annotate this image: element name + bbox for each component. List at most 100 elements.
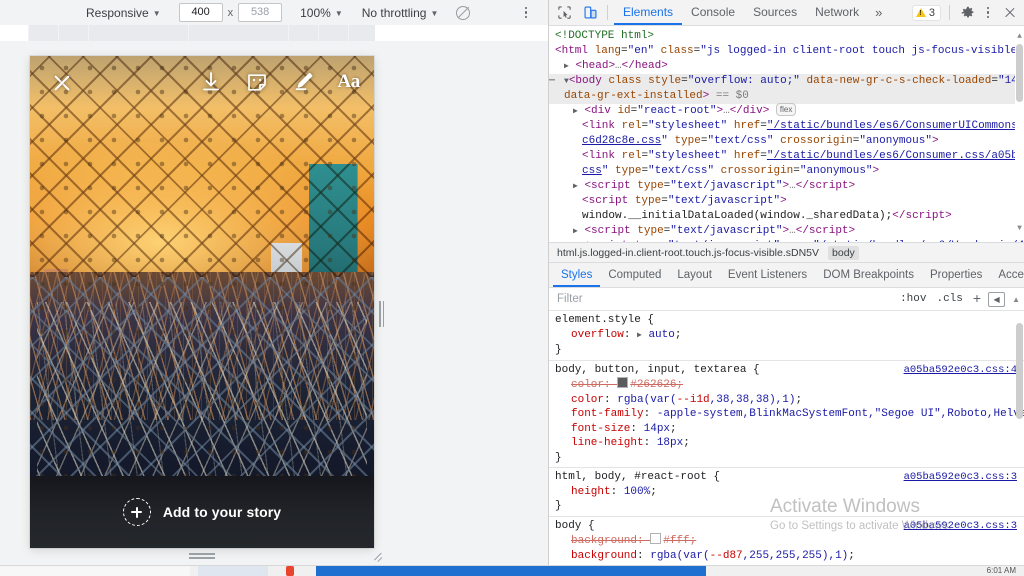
viewport-width-resize-handle[interactable] — [379, 300, 384, 328]
taskbar-item-2[interactable] — [286, 566, 294, 576]
emulated-viewport[interactable]: Aa Add to your story — [30, 56, 374, 548]
node-overflow-icon[interactable]: ⋯ — [549, 74, 556, 89]
style-declaration[interactable]: font-family: -apple-system,BlinkMacSyste… — [549, 407, 1024, 422]
new-style-rule-button[interactable]: + — [968, 290, 986, 306]
style-declaration[interactable]: height: 100%; — [549, 485, 1024, 500]
style-rule[interactable]: html, body, #react-root {a05ba592e0c3.cs… — [549, 468, 1024, 517]
dom-node-line[interactable]: <script type="text/javascript" src="/sta… — [549, 239, 1024, 242]
dom-node-line[interactable]: c6d28c8e.css" type="text/css" crossorigi… — [549, 134, 1024, 149]
inspect-element-icon[interactable] — [553, 2, 575, 24]
tab-elements[interactable]: Elements — [614, 0, 682, 25]
device-toolbar-icon[interactable] — [579, 2, 601, 24]
style-rule[interactable]: body {a05ba592e0c3.css:3 background: #fff… — [549, 517, 1024, 566]
tab-styles[interactable]: Styles — [553, 263, 600, 287]
styles-pane-tabbar: Styles Computed Layout Event Listeners D… — [549, 263, 1024, 288]
add-to-story-button[interactable]: Add to your story — [30, 476, 374, 548]
more-tabs-button[interactable]: » — [868, 0, 889, 25]
style-rule-source-link[interactable]: a05ba592e0c3.css:4 — [904, 363, 1017, 378]
hov-toggle-button[interactable]: :hov — [895, 293, 931, 305]
taskbar-active-window[interactable] — [316, 566, 706, 576]
style-rule-selector[interactable]: body {a05ba592e0c3.css:3 — [549, 519, 1024, 534]
devtools-kebab-menu-icon[interactable] — [980, 4, 996, 22]
viewport-height-input[interactable]: 538 — [238, 3, 283, 22]
style-declaration[interactable]: background: #fff; — [549, 533, 1024, 549]
add-to-story-label: Add to your story — [162, 504, 282, 520]
cls-toggle-button[interactable]: .cls — [931, 293, 967, 305]
dom-node-line[interactable]: <script type="text/javascript"> — [549, 194, 1024, 209]
dom-node-line[interactable]: ▶ <script type="text/javascript">…</scri… — [549, 224, 1024, 239]
story-photo — [30, 56, 374, 548]
device-toolbar-kebab-menu-icon[interactable] — [518, 4, 534, 22]
tab-accessibility[interactable]: Accessibility — [990, 263, 1024, 287]
sticker-icon[interactable] — [245, 70, 269, 94]
style-rule-source-link[interactable]: a05ba592e0c3.css:3 — [904, 519, 1017, 534]
style-rule-close: } — [555, 500, 562, 512]
viewport-corner-resize-handle[interactable] — [372, 548, 386, 563]
tab-dom-breakpoints[interactable]: DOM Breakpoints — [815, 263, 922, 287]
warning-badge[interactable]: 3 — [911, 4, 941, 21]
style-rule-selector[interactable]: body, button, input, textarea {a05ba592e… — [549, 363, 1024, 378]
dom-node-line[interactable]: ▶ <script type="text/javascript">…</scri… — [549, 179, 1024, 194]
tab-properties[interactable]: Properties — [922, 263, 990, 287]
styles-filter-input[interactable]: Filter — [549, 293, 895, 305]
styles-filter-row: Filter :hov .cls + ◀ ▲ — [549, 288, 1024, 311]
gear-icon[interactable] — [958, 3, 978, 23]
style-rule[interactable]: body, button, input, textarea {a05ba592e… — [549, 361, 1024, 468]
tab-network[interactable]: Network — [806, 0, 868, 25]
breadcrumb-item-html[interactable]: html.js.logged-in.client-root.touch.js-f… — [557, 247, 819, 259]
tab-computed[interactable]: Computed — [600, 263, 669, 287]
tab-layout[interactable]: Layout — [669, 263, 720, 287]
taskbar-clock[interactable]: 6:01 AM — [987, 566, 1016, 576]
tab-sources[interactable]: Sources — [744, 0, 806, 25]
dom-tree-scrollbar[interactable]: ▲ ▼ — [1015, 28, 1024, 237]
style-declaration[interactable]: overflow: ▶ auto; — [549, 328, 1024, 344]
tab-event-listeners[interactable]: Event Listeners — [720, 263, 815, 287]
download-icon[interactable] — [199, 70, 223, 94]
dom-node-line[interactable]: <link rel="stylesheet" href="/static/bun… — [549, 149, 1024, 164]
taskbar-item-1[interactable] — [198, 566, 268, 576]
dom-node-line[interactable]: ▶ <head>…</head> — [549, 59, 1024, 74]
style-declaration[interactable]: line-height: 18px; — [549, 436, 1024, 451]
dom-node-line[interactable]: ▶ <div id="react-root">…</div> flex — [549, 103, 1024, 119]
device-toolbar: Responsive ▼ 400 x 538 100% ▼ No throttl… — [0, 0, 548, 26]
warning-count: 3 — [928, 6, 935, 19]
style-declaration[interactable]: background: rgba(var(--d87,255,255,255),… — [549, 549, 1024, 564]
viewport-height-resize-handle[interactable] — [189, 553, 217, 559]
chevron-down-icon: ▼ — [334, 8, 343, 18]
style-declaration[interactable]: color: rgba(var(--i1d,38,38,38),1); — [549, 393, 1024, 408]
style-rule[interactable]: element.style {overflow: ▶ auto;} — [549, 311, 1024, 361]
dom-node-line[interactable]: ⋯ ▼<body class style="overflow: auto;" da… — [549, 74, 1024, 89]
windows-taskbar: 6:01 AM — [0, 565, 1024, 576]
breadcrumb-item-body[interactable]: body — [828, 245, 859, 260]
style-declaration[interactable]: color: #262626; — [549, 377, 1024, 393]
text-tool-label[interactable]: Aa — [337, 71, 360, 93]
tab-console[interactable]: Console — [682, 0, 744, 25]
no-connection-icon[interactable] — [454, 4, 472, 22]
close-icon[interactable] — [52, 73, 72, 93]
dom-node-line[interactable]: <link rel="stylesheet" href="/static/bun… — [549, 119, 1024, 134]
taskbar-start-region[interactable] — [0, 566, 190, 576]
dom-node-line[interactable]: css" type="text/css" crossorigin="anonym… — [549, 164, 1024, 179]
dom-tree[interactable]: <!DOCTYPE html> <html lang="en" class="js… — [549, 26, 1024, 242]
throttling-dropdown[interactable]: No throttling ▼ — [358, 4, 443, 22]
style-rule-selector[interactable]: element.style { — [549, 313, 1024, 328]
styles-pane-scrollbar[interactable] — [1015, 311, 1024, 573]
zoom-dropdown[interactable]: 100% ▼ — [296, 4, 347, 22]
device-preset-label: Responsive — [86, 5, 149, 20]
pen-draw-icon[interactable] — [291, 70, 315, 94]
viewport-width-input[interactable]: 400 — [178, 3, 223, 22]
throttling-label: No throttling — [361, 5, 427, 20]
dom-node-line[interactable]: <!DOCTYPE html> — [549, 29, 1024, 44]
dom-node-line[interactable]: data-gr-ext-installed> == $0 — [549, 89, 1024, 104]
dom-node-line[interactable]: <html lang="en" class="js logged-in clie… — [549, 44, 1024, 59]
toggle-sidebar-icon[interactable]: ◀ — [988, 291, 1006, 307]
dom-node-line[interactable]: window.__initialDataLoaded(window._share… — [549, 209, 1024, 224]
close-devtools-icon[interactable] — [1000, 3, 1020, 23]
style-rule-close: } — [555, 451, 562, 464]
device-preset-dropdown[interactable]: Responsive ▼ — [82, 4, 165, 22]
style-rule-source-link[interactable]: a05ba592e0c3.css:3 — [904, 470, 1017, 485]
style-rule-selector[interactable]: html, body, #react-root {a05ba592e0c3.cs… — [549, 470, 1024, 485]
style-declaration[interactable]: font-size: 14px; — [549, 422, 1024, 437]
scroll-up-icon[interactable]: ▲ — [1012, 295, 1020, 304]
styles-rules-pane[interactable]: element.style {overflow: ▶ auto;} body, b… — [549, 311, 1024, 573]
